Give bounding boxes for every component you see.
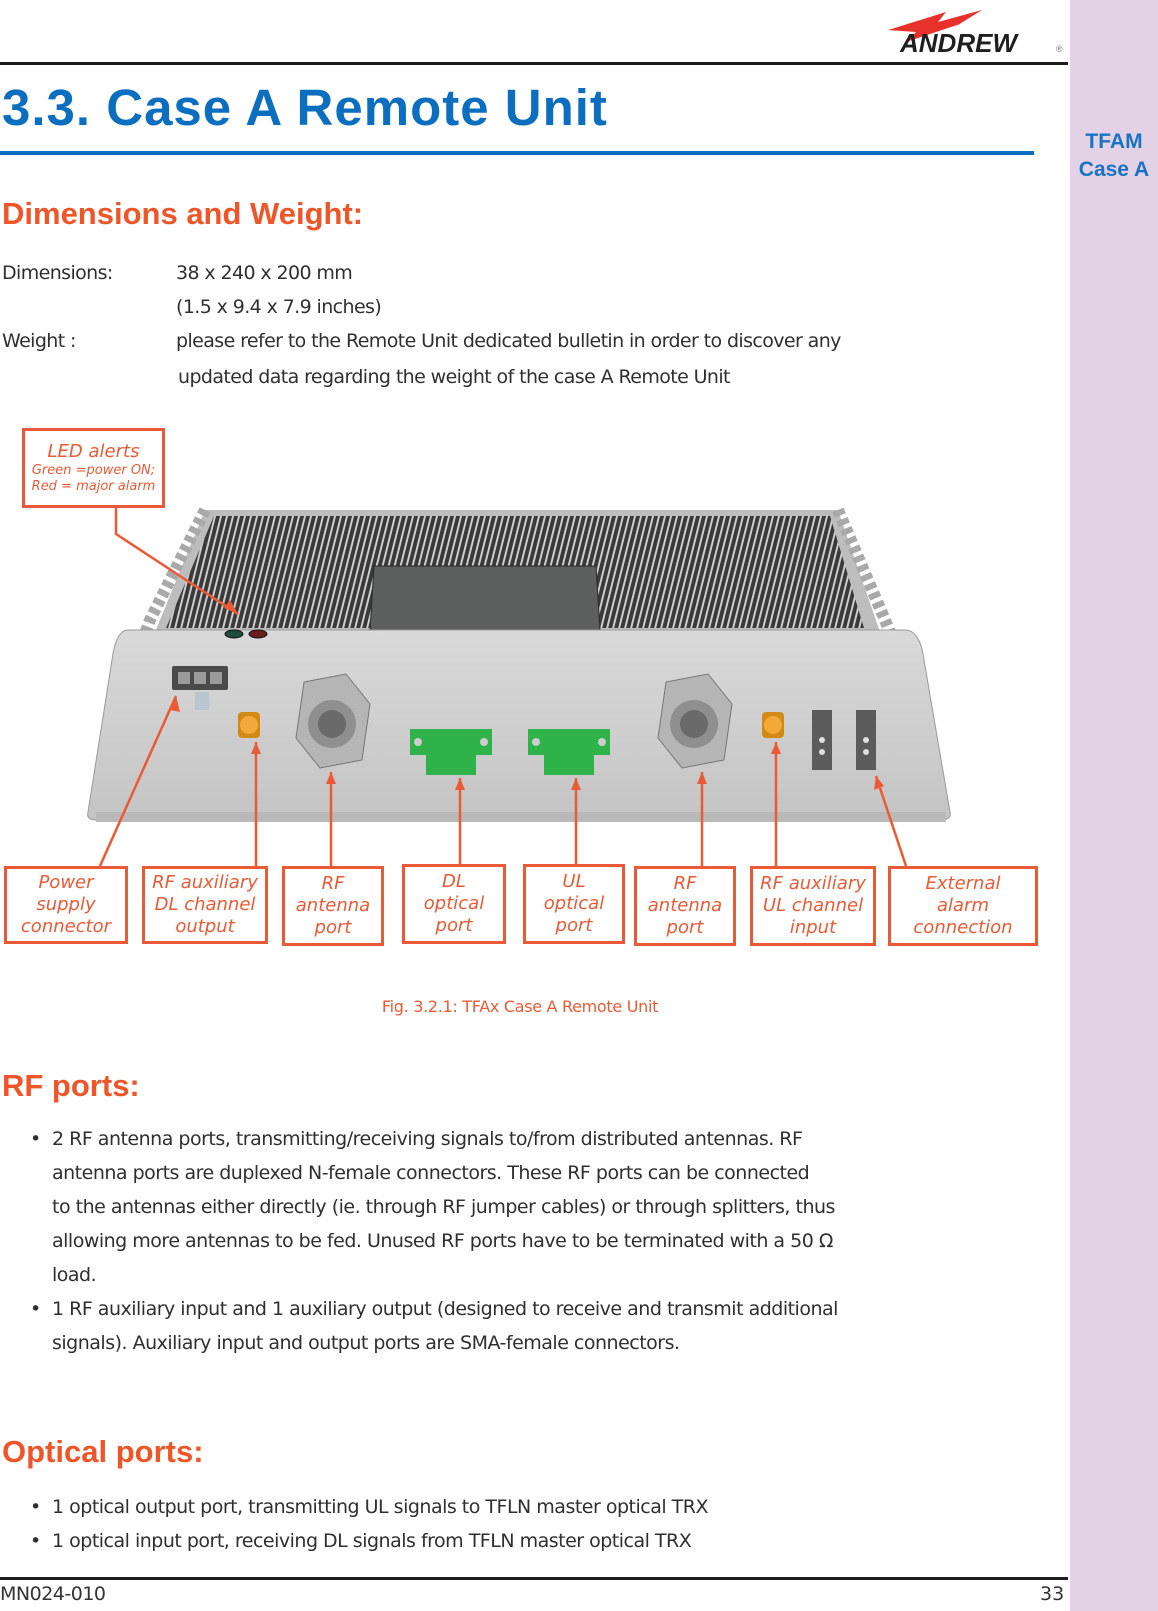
sma-connector-dl: [238, 712, 260, 738]
callout-rf-aux-ul-input: RF auxiliary UL channel input: [750, 866, 876, 946]
page-title: 3.3. Case A Remote Unit: [2, 79, 608, 136]
callout-power-supply-connector: Power supply connector: [4, 866, 128, 944]
callout-line: RF: [673, 873, 697, 894]
list-item: • 1 RF auxiliary input and 1 auxiliary o…: [0, 1292, 1000, 1360]
callout-line: connection: [913, 917, 1013, 938]
callout-line: connector: [20, 916, 112, 937]
callout-line: port: [435, 915, 473, 936]
callout-line: supply: [36, 894, 96, 915]
callout-line: RF auxiliary: [152, 872, 258, 893]
optical-ports-heading: Optical ports:: [2, 1434, 204, 1469]
callout-line: optical: [423, 893, 485, 914]
dimensions-value: 38 x 240 x 200 mm: [176, 262, 353, 284]
callout-external-alarm-connection: External alarm connection: [888, 866, 1038, 946]
callout-line: antenna: [647, 895, 723, 916]
remote-unit-figure: LED alerts Green =power ON; Red = major …: [0, 420, 1040, 960]
logo-text: ANDREW: [899, 28, 1019, 56]
callout-line: UL channel: [762, 895, 864, 916]
callout-rf-antenna-port-2: RF antenna port: [634, 866, 736, 946]
list-item-line: load.: [52, 1264, 97, 1286]
led-green-icon: [224, 629, 244, 639]
list-item-line: signals). Auxiliary input and output por…: [52, 1332, 680, 1354]
list-item-line: to the antennas either directly (ie. thr…: [52, 1196, 835, 1218]
weight-text-line2: updated data regarding the weight of the…: [178, 366, 731, 388]
andrew-logo: ANDREW ®: [888, 10, 1063, 56]
list-item-text: 1 optical input port, receiving DL signa…: [52, 1530, 692, 1552]
weight-label: Weight :: [2, 330, 76, 352]
bullet-icon: •: [30, 1298, 41, 1320]
callout-line: Power: [38, 872, 94, 893]
callout-dl-optical-port: DL optical port: [402, 864, 506, 944]
callout-led-line1: Green =power ON;: [31, 463, 156, 478]
callout-rf-aux-dl-output: RF auxiliary DL channel output: [142, 866, 268, 944]
side-tab-line2: Case A: [1078, 158, 1150, 181]
callout-ul-optical-port: UL optical port: [523, 864, 625, 944]
list-item-line: antenna ports are duplexed N-female conn…: [52, 1162, 810, 1184]
callout-line: port: [555, 915, 593, 936]
callout-line: output: [175, 916, 235, 937]
list-item: • 1 optical input port, receiving DL sig…: [0, 1524, 1000, 1558]
optical-ports-list: • 1 optical output port, transmitting UL…: [0, 1490, 1000, 1558]
document-id: MN024-010: [0, 1583, 106, 1605]
dimensions-label: Dimensions:: [2, 262, 113, 284]
list-item: • 1 optical output port, transmitting UL…: [0, 1490, 1000, 1524]
sma-connector-ul: [762, 712, 784, 738]
list-item-line: 2 RF antenna ports, transmitting/receivi…: [52, 1128, 803, 1150]
side-tab-line1: TFAM: [1085, 130, 1143, 153]
callout-led-alerts: LED alerts Green =power ON; Red = major …: [22, 428, 165, 508]
callout-led-title: LED alerts: [47, 441, 140, 462]
callout-line: DL channel: [154, 894, 256, 915]
list-item-line: allowing more antennas to be fed. Unused…: [52, 1230, 833, 1252]
bullet-icon: •: [30, 1128, 41, 1150]
callout-line: port: [314, 917, 352, 938]
dimensions-value-inches: (1.5 x 9.4 x 7.9 inches): [176, 296, 382, 318]
callout-line: optical: [543, 893, 605, 914]
title-underline: [0, 151, 1034, 155]
callout-line: input: [789, 917, 837, 938]
side-tab-bar: [1070, 0, 1158, 1611]
figure-caption: Fig. 3.2.1: TFAx Case A Remote Unit: [381, 997, 659, 1016]
led-red-icon: [248, 629, 268, 639]
page-number: 33: [1040, 1583, 1065, 1605]
callout-rf-antenna-port-1: RF antenna port: [282, 866, 384, 946]
callout-line: DL: [442, 871, 466, 892]
side-tab-label: TFAM Case A: [1070, 128, 1158, 184]
footer-rule: [0, 1577, 1068, 1580]
callout-line: alarm: [937, 895, 989, 916]
bullet-icon: •: [30, 1530, 41, 1552]
weight-text-line1: please refer to the Remote Unit dedicate…: [176, 330, 841, 352]
callout-line: port: [666, 917, 704, 938]
registered-mark: ®: [1056, 44, 1063, 54]
list-item-line: 1 RF auxiliary input and 1 auxiliary out…: [52, 1298, 838, 1320]
callout-line: RF: [321, 873, 345, 894]
header-rule: [0, 62, 1068, 65]
callout-line: UL: [562, 871, 586, 892]
callout-line: RF auxiliary: [760, 873, 866, 894]
list-item: • 2 RF antenna ports, transmitting/recei…: [0, 1122, 1000, 1292]
dimensions-heading: Dimensions and Weight:: [2, 196, 364, 231]
bullet-icon: •: [30, 1496, 41, 1518]
rf-ports-list: • 2 RF antenna ports, transmitting/recei…: [0, 1122, 1000, 1360]
rf-ports-heading: RF ports:: [2, 1068, 140, 1103]
callout-led-line2: Red = major alarm: [31, 479, 156, 494]
callout-line: External: [925, 873, 1001, 894]
callout-line: antenna: [295, 895, 371, 916]
label-plate: [369, 565, 601, 631]
front-panel-base: [96, 812, 946, 822]
list-item-text: 1 optical output port, transmitting UL s…: [52, 1496, 708, 1518]
